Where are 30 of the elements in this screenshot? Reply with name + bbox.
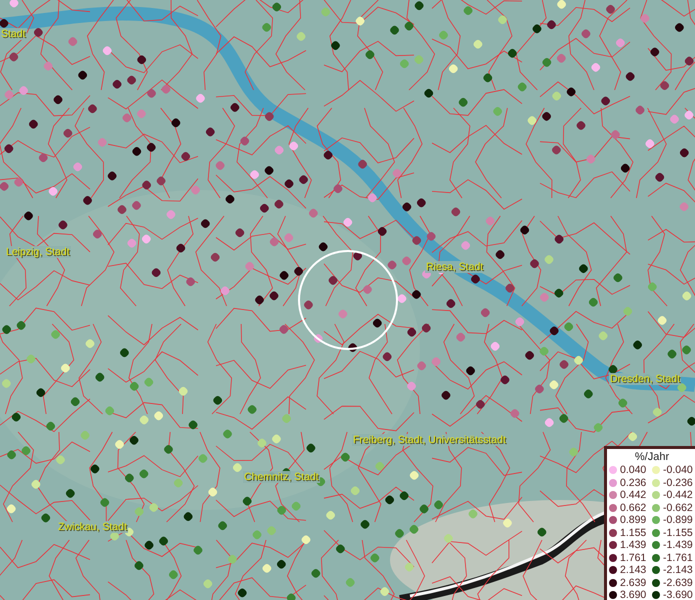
place-label: Zwickau, Stadt [57,521,128,533]
legend-value: -3.690 [663,589,694,600]
legend-value: 3.690 [620,589,648,600]
legend-value: 1.761 [620,552,648,564]
legend-value: 2.143 [620,564,648,576]
legend-value: -0.442 [663,489,694,502]
legend-value: -0.899 [663,514,694,526]
legend-value: -0.040 [663,464,694,476]
legend-value: 1.439 [620,539,648,552]
legend-value: 1.155 [620,526,648,539]
legend-value: -0.236 [663,476,694,489]
legend-value: 0.236 [620,476,648,489]
legend-title: %/Jahr [634,451,670,464]
place-label: Freiberg, Stadt, Universitätsstadt [352,434,507,446]
place-label: Leipzig, Stadt [5,246,71,258]
place-label: Dresden, Stadt [609,373,682,385]
legend-value: 0.899 [620,514,648,526]
legend-value: 2.639 [620,576,648,589]
legend-value: 0.040 [620,464,648,476]
place-label: Stadt [0,28,27,40]
legend-value: -1.439 [663,539,694,552]
legend-value: -1.761 [663,552,694,564]
place-label: Chemnitz, Stadt [243,471,320,483]
place-label: Riesa, Stadt [425,261,484,273]
legend-value: -1.155 [663,526,694,539]
legend-value: 0.662 [620,502,648,514]
legend-value: -2.143 [663,564,694,576]
legend-value: -2.639 [663,576,694,589]
legend-value: 0.442 [620,489,648,502]
legend-value: -0.662 [663,502,694,514]
